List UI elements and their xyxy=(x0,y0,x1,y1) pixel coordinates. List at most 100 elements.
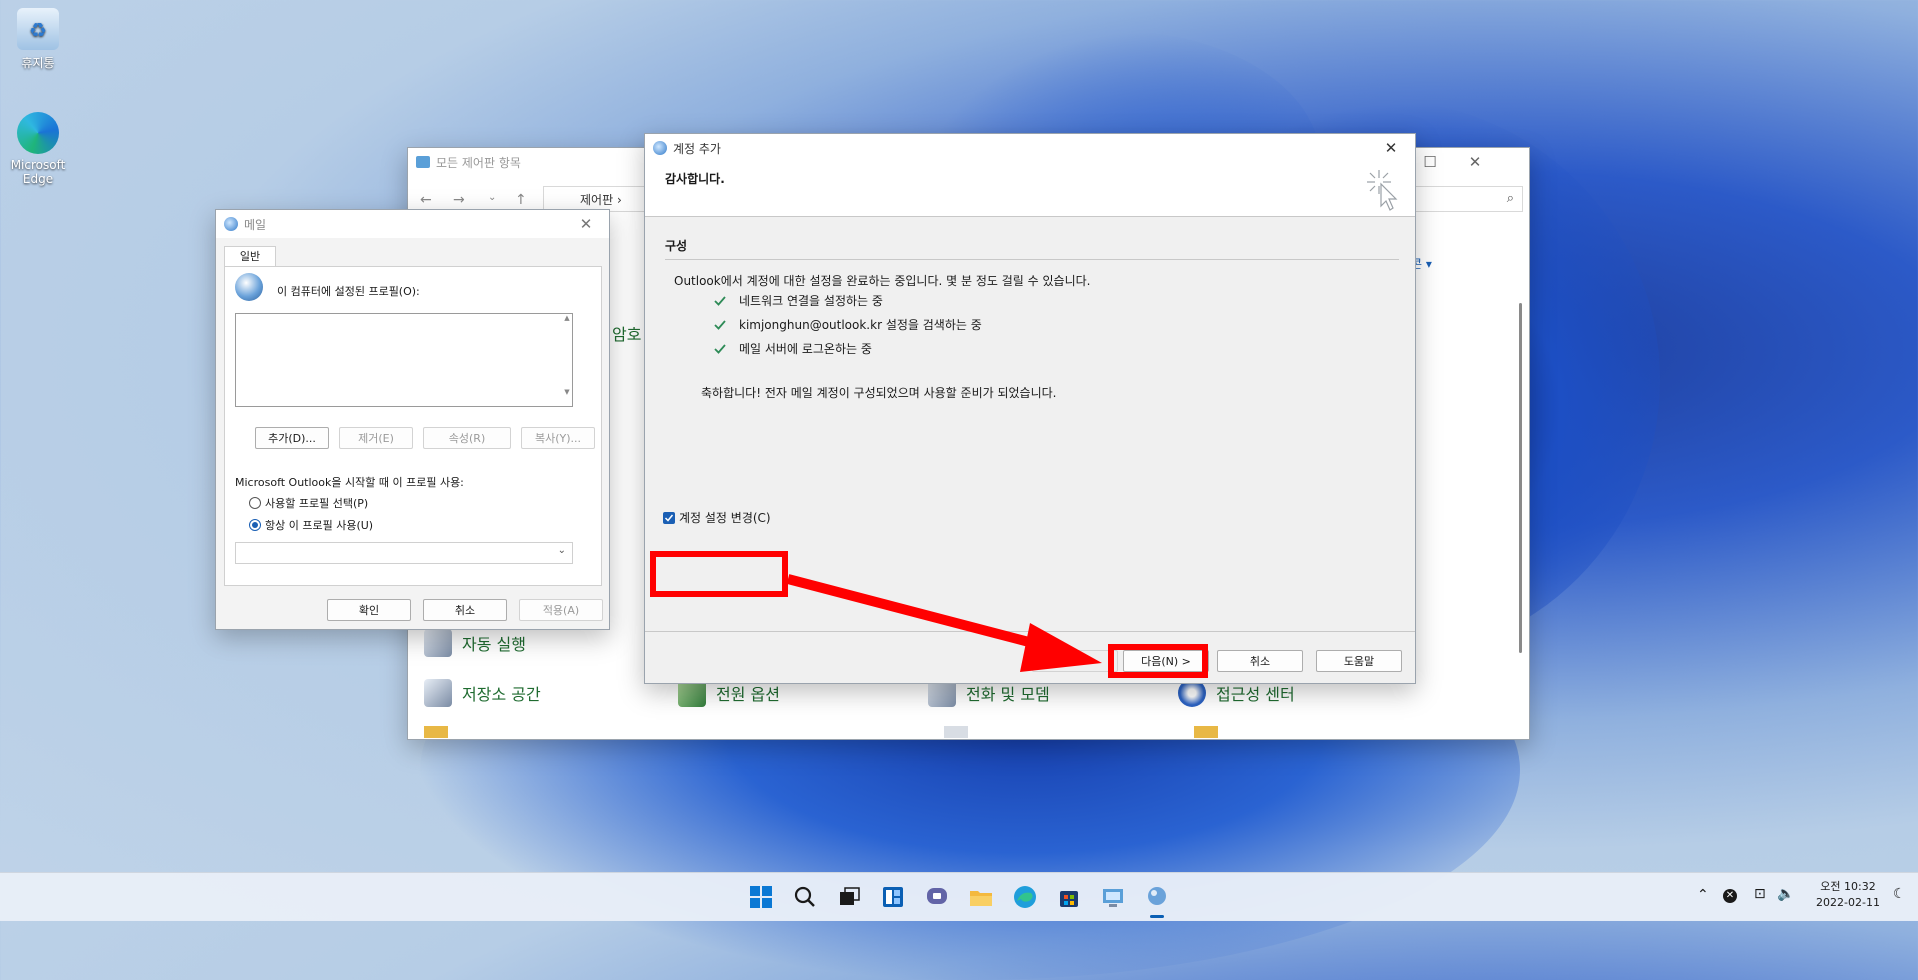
change-settings-label: 계정 설정 변경(C) xyxy=(679,511,771,525)
autoplay-label: 자동 실행 xyxy=(462,635,526,654)
clock[interactable]: 오전 10:32 2022-02-11 xyxy=(1808,879,1888,911)
scrollbar[interactable] xyxy=(1519,303,1522,653)
storage-icon xyxy=(424,679,452,707)
edge-label-1: Microsoft xyxy=(10,158,66,172)
recycle-bin-label: 휴지통 xyxy=(21,56,55,70)
help-button[interactable]: 도움말 xyxy=(1316,650,1402,672)
widgets-icon[interactable] xyxy=(879,883,907,911)
control-panel-taskbar-icon[interactable] xyxy=(1099,883,1127,911)
step-logon: 메일 서버에 로그온하는 중 xyxy=(713,340,872,357)
control-panel-icon xyxy=(416,156,430,168)
autoplay-item[interactable]: 자동 실행 xyxy=(424,629,526,657)
step-logon-label: 메일 서버에 로그온하는 중 xyxy=(739,342,872,356)
radio-prompt-profile[interactable]: 사용할 프로필 선택(P) xyxy=(249,495,368,511)
notification-icon[interactable]: ☾ xyxy=(1893,886,1906,902)
control-panel-title: 모든 제어판 항목 xyxy=(436,155,521,170)
task-view-icon[interactable] xyxy=(835,883,863,911)
profile-select[interactable]: ⌄ xyxy=(235,542,573,564)
radio-always-label: 항상 이 프로필 사용(U) xyxy=(265,519,374,532)
autoplay-icon xyxy=(424,629,452,657)
ok-button[interactable]: 확인 xyxy=(327,599,411,621)
network-icon[interactable]: ⊡ xyxy=(1754,886,1766,902)
profiles-icon xyxy=(235,273,263,301)
edge-icon xyxy=(17,112,59,154)
storage-label: 저장소 공간 xyxy=(462,685,541,704)
start-icon[interactable] xyxy=(747,883,775,911)
tab-general[interactable]: 일반 xyxy=(224,246,276,267)
cutoff-row xyxy=(424,726,1424,738)
mail-title: 메일 xyxy=(244,217,267,232)
add-account-titlebar: 계정 추가 xyxy=(645,134,1415,162)
chevron-down-icon: ⌄ xyxy=(557,545,566,556)
storage-item[interactable]: 저장소 공간 xyxy=(424,679,541,707)
nav-up-icon[interactable]: ↑ xyxy=(515,192,527,208)
section-title: 구성 xyxy=(665,239,688,253)
step-network-label: 네트워크 연결을 설정하는 중 xyxy=(739,294,883,308)
congrats-text: 축하합니다! 전자 메일 계정이 구성되었으며 사용할 준비가 되었습니다. xyxy=(701,386,1057,400)
error-status-icon[interactable]: ✕ xyxy=(1723,889,1737,903)
apply-button[interactable]: 적용(A) xyxy=(519,599,603,621)
header-title: 감사합니다. xyxy=(665,172,725,186)
radio-selected-icon xyxy=(249,519,261,531)
mail-dialog: 메일 ✕ 일반 이 컴퓨터에 설정된 프로필(O): ▲ ▼ 추가(D)... … xyxy=(215,209,610,630)
annotation-arrow xyxy=(786,574,1102,672)
profiles-label: 이 컴퓨터에 설정된 프로필(O): xyxy=(277,285,420,298)
step-network: 네트워크 연결을 설정하는 중 xyxy=(713,292,883,309)
store-icon[interactable] xyxy=(1055,883,1083,911)
radio-empty-icon xyxy=(249,497,261,509)
clock-time: 오전 10:32 xyxy=(1820,880,1876,893)
profiles-list-scrollbar[interactable]: ▲ ▼ xyxy=(563,314,571,404)
profiles-list[interactable] xyxy=(235,313,573,407)
chevron-up-icon[interactable]: ⌃ xyxy=(1697,887,1709,903)
copy-profile-button[interactable]: 복사(Y)... xyxy=(521,427,595,449)
step-search-label: kimjonghun@outlook.kr 설정을 검색하는 중 xyxy=(739,318,982,332)
change-settings-checkbox[interactable]: 계정 설정 변경(C) xyxy=(663,509,771,526)
mail-tab-panel: 이 컴퓨터에 설정된 프로필(O): ▲ ▼ 추가(D)... 제거(E) 속성… xyxy=(224,266,602,586)
startup-label: Microsoft Outlook을 시작할 때 이 프로필 사용: xyxy=(235,476,464,489)
remove-profile-button[interactable]: 제거(E) xyxy=(339,427,413,449)
add-account-header-band: 감사합니다. xyxy=(645,162,1415,217)
recycle-bin-icon: ♻ xyxy=(17,8,59,50)
mail-titlebar: 메일 xyxy=(216,210,609,238)
highlight-box-checkbox xyxy=(650,551,788,597)
clock-date: 2022-02-11 xyxy=(1816,896,1880,909)
close-icon[interactable]: ✕ xyxy=(1453,148,1497,176)
close-icon[interactable]: ✕ xyxy=(1369,134,1413,162)
taskbar: ⌃ ✕ ⊡ 🔈 오전 10:32 2022-02-11 ☾ xyxy=(0,872,1918,921)
partial-item-label[interactable]: 암호 xyxy=(612,321,641,345)
check-icon xyxy=(714,343,726,354)
wizard-cursor-icon xyxy=(1367,170,1398,211)
search-icon[interactable] xyxy=(791,883,819,911)
nav-forward-icon[interactable]: → xyxy=(453,192,465,208)
check-icon xyxy=(714,319,726,330)
power-label: 전원 옵션 xyxy=(716,685,780,704)
properties-button[interactable]: 속성(R) xyxy=(423,427,511,449)
mail-taskbar-icon[interactable] xyxy=(1143,883,1171,911)
add-account-app-icon xyxy=(653,141,667,155)
active-app-indicator xyxy=(1150,915,1164,918)
breadcrumb: 제어판 xyxy=(580,193,614,207)
radio-prompt-label: 사용할 프로필 선택(P) xyxy=(265,497,369,510)
nav-back-icon[interactable]: ← xyxy=(420,192,432,208)
mail-app-icon xyxy=(224,217,238,231)
cancel-button[interactable]: 취소 xyxy=(423,599,507,621)
volume-icon[interactable]: 🔈 xyxy=(1777,886,1794,902)
nav-recent-icon[interactable]: ⌄ xyxy=(488,192,496,203)
add-profile-button[interactable]: 추가(D)... xyxy=(255,427,329,449)
highlight-box-next xyxy=(1108,644,1208,678)
step-search: kimjonghun@outlook.kr 설정을 검색하는 중 xyxy=(713,316,982,333)
section-divider xyxy=(665,259,1399,260)
search-icon: ⌕ xyxy=(1506,191,1514,206)
add-account-title: 계정 추가 xyxy=(673,141,721,156)
checkbox-checked-icon xyxy=(663,511,675,524)
edge-taskbar-icon[interactable] xyxy=(1011,883,1039,911)
edge-label-2: Edge xyxy=(22,172,54,186)
radio-always-profile[interactable]: 항상 이 프로필 사용(U) xyxy=(249,517,373,533)
cancel-button[interactable]: 취소 xyxy=(1217,650,1303,672)
file-explorer-icon[interactable] xyxy=(967,883,995,911)
close-icon[interactable]: ✕ xyxy=(564,210,608,238)
edge-desktop-icon[interactable]: Microsoft Edge xyxy=(8,112,68,186)
recycle-bin-desktop-icon[interactable]: ♻ 휴지통 xyxy=(8,8,68,71)
chat-icon[interactable] xyxy=(923,883,951,911)
accessibility-label: 접근성 센터 xyxy=(1216,685,1295,704)
